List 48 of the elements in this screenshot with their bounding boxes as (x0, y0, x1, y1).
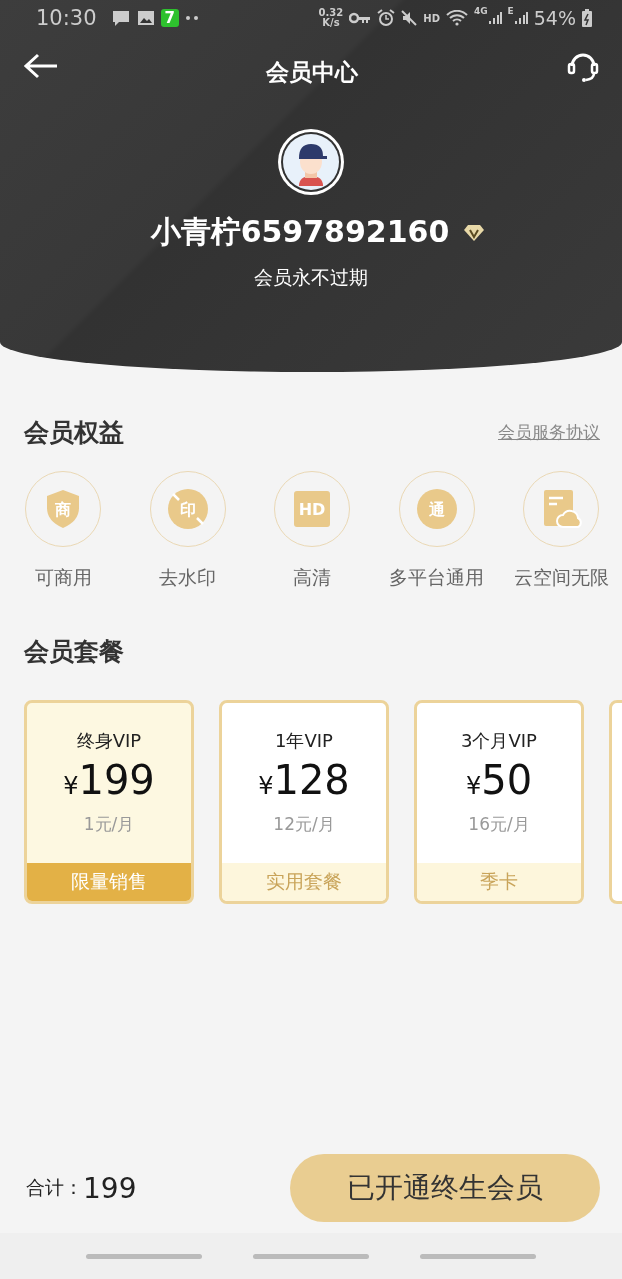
vip-diamond-icon (463, 223, 486, 242)
membership-button[interactable]: 已开通终生会员 (290, 1154, 600, 1222)
plan-name: 终身VIP (76, 729, 142, 753)
app-badge: 7 (160, 9, 179, 27)
back-icon[interactable] (24, 53, 58, 79)
section-title: 会员权益 (24, 417, 124, 449)
signal-icon (487, 11, 502, 25)
more-icon (184, 15, 199, 21)
image-icon (136, 10, 155, 26)
mute-icon (401, 10, 418, 26)
plan-tag: 限量销售 (27, 863, 191, 901)
monthly-price: 16元/月 (468, 813, 530, 836)
plan-card[interactable]: 1年VIP ¥128 12元/月 实用套餐 (219, 700, 389, 904)
plan-price: ¥50 (465, 757, 533, 803)
network-type: 4G (473, 6, 488, 16)
hd-indicator: HD (423, 12, 440, 24)
page-title: 会员中心 (266, 57, 358, 87)
network-type: E (507, 6, 514, 16)
message-icon (110, 9, 131, 27)
key-icon (349, 12, 372, 24)
benefit-label: 多平台通用 (389, 565, 484, 590)
benefit-label: 云空间无限 (513, 565, 609, 590)
status-time: 10:30 (36, 6, 97, 30)
benefit-label: 可商用 (34, 565, 92, 590)
plan-tag: 季卡 (417, 863, 581, 901)
plan-name: 1年VIP (275, 729, 333, 753)
battery-level: 54% (533, 7, 576, 29)
section-title: 会员套餐 (24, 636, 124, 668)
wifi-icon (445, 10, 468, 26)
membership-status: 会员永不过期 (254, 265, 368, 290)
total-amount: 199 (83, 1171, 137, 1205)
monthly-price: 12元/月 (273, 813, 335, 836)
plan-name: 3个月VIP (461, 729, 537, 753)
plan-tag: 实用套餐 (222, 863, 386, 901)
network-speed: 0.32 K/s (318, 8, 344, 28)
benefit-label: 高清 (293, 565, 331, 590)
plan-price: ¥128 (258, 757, 350, 803)
plan-card[interactable]: 3个月VIP ¥50 16元/月 季卡 (414, 700, 584, 904)
avatar (277, 128, 345, 196)
battery-icon (582, 9, 592, 27)
user-name: 小青柠6597892160 (150, 213, 450, 251)
alarm-icon (377, 9, 396, 27)
monthly-price: 1元/月 (83, 813, 135, 836)
benefit-label: 去水印 (159, 565, 216, 590)
plan-card[interactable]: 终身VIP ¥199 1元/月 限量销售 (24, 700, 194, 904)
total-label: 合计： (26, 1175, 83, 1200)
plan-price: ¥199 (63, 757, 155, 803)
signal-icon (513, 11, 528, 25)
